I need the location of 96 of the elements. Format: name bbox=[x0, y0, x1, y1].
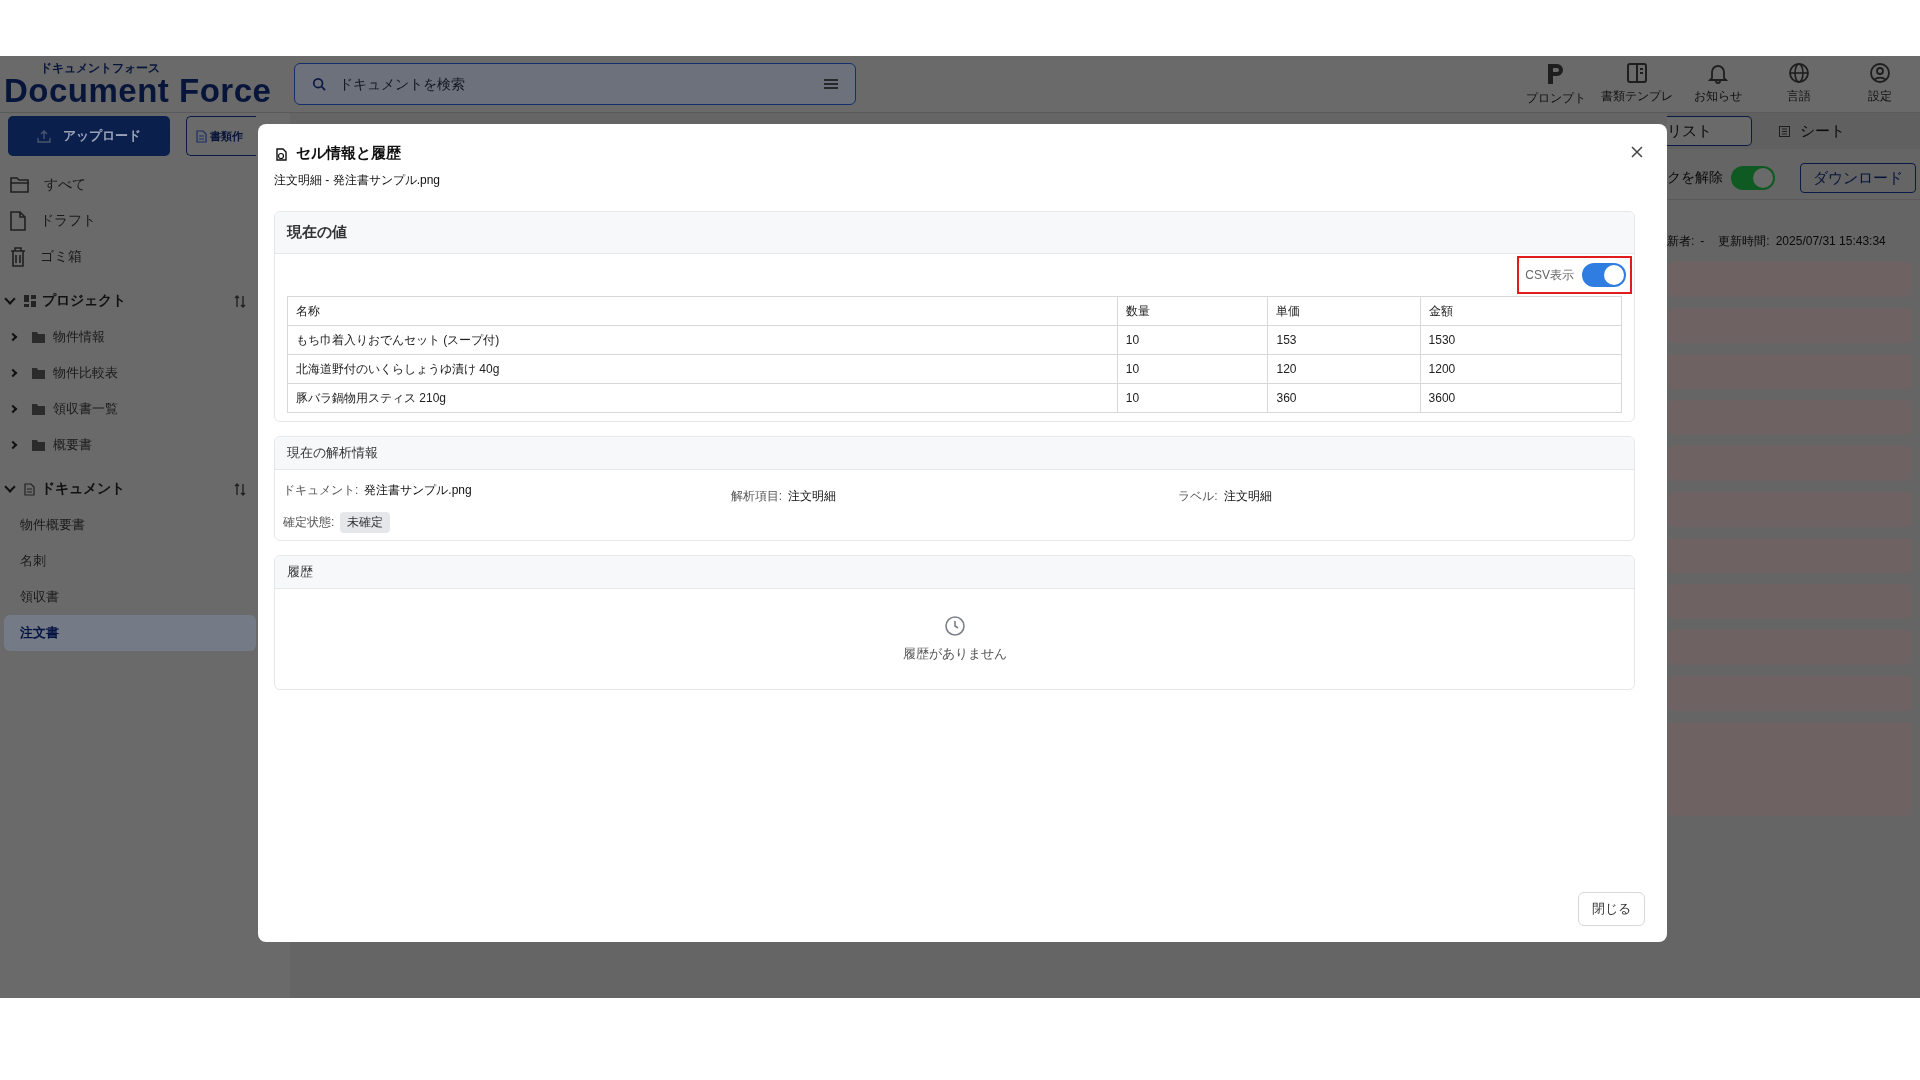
sheet-icon bbox=[1779, 125, 1790, 137]
field-value: 注文明細 bbox=[788, 487, 836, 505]
table-cell: 3600 bbox=[1420, 383, 1622, 413]
column-header: 単価 bbox=[1267, 296, 1421, 326]
upload-icon bbox=[37, 129, 51, 143]
history-icon bbox=[274, 146, 288, 161]
folder-icon bbox=[32, 403, 45, 415]
field-value: 発注書サンプル.png bbox=[364, 481, 472, 499]
field-value: 注文明細 bbox=[1223, 487, 1272, 505]
document-icon bbox=[10, 211, 26, 231]
section-title: プロジェクト bbox=[42, 292, 126, 310]
search-field[interactable]: ドキュメントを検索 bbox=[294, 63, 856, 105]
document-type-item[interactable]: 名刺 bbox=[4, 543, 256, 579]
table-cell: 120 bbox=[1267, 354, 1421, 384]
download-button[interactable]: ダウンロード bbox=[1800, 163, 1916, 193]
nav-button[interactable]: お知らせ bbox=[1677, 61, 1758, 107]
text-field[interactable] bbox=[1667, 584, 1912, 619]
sort-icon[interactable] bbox=[234, 482, 246, 496]
table-cell: 豚バラ鍋物用スティス 210g bbox=[287, 383, 1118, 413]
card-title: 現在の値 bbox=[275, 212, 1634, 254]
globe-icon bbox=[1787, 61, 1810, 84]
card-title: 現在の解析情報 bbox=[275, 437, 1634, 470]
menu-icon[interactable] bbox=[824, 78, 838, 90]
table-cell: 10 bbox=[1117, 325, 1268, 355]
nav-button[interactable]: プロンプト bbox=[1515, 61, 1596, 107]
document-type-item[interactable]: 領収書 bbox=[4, 579, 256, 615]
toggle-switch[interactable] bbox=[1731, 166, 1775, 190]
text-field[interactable] bbox=[1667, 308, 1912, 343]
dialog-title: セル情報と履歴 bbox=[296, 144, 401, 163]
table-cell: もち巾着入りおでんセット (スープ付) bbox=[287, 325, 1118, 355]
table-cell: 北海道野付のいくらしょうゆ漬け 40g bbox=[287, 354, 1118, 384]
template-icon bbox=[1625, 61, 1648, 84]
close-icon[interactable] bbox=[1629, 144, 1645, 160]
document-type-item[interactable]: 物件概要書 bbox=[4, 507, 256, 543]
clock-icon bbox=[943, 615, 966, 637]
sidebar-item[interactable]: ドラフト bbox=[0, 203, 250, 239]
dialog-subtitle: 注文明細 - 発注書サンプル.png bbox=[274, 172, 442, 189]
text-field[interactable] bbox=[1667, 492, 1912, 527]
view-tab[interactable]: リスト bbox=[1667, 116, 1752, 146]
upload-button[interactable]: アップロード bbox=[8, 116, 170, 156]
grid-icon bbox=[24, 295, 36, 307]
field-label: 解析項目: bbox=[730, 487, 782, 505]
meta-label: 新者: bbox=[1667, 232, 1695, 250]
close-button[interactable]: 閉じる bbox=[1578, 892, 1645, 926]
toggle-label: CSV表示 bbox=[1525, 266, 1574, 284]
user-icon bbox=[1868, 61, 1891, 84]
text-field[interactable] bbox=[1667, 354, 1912, 389]
text-field[interactable] bbox=[1667, 262, 1912, 297]
field-label: ドキュメント: bbox=[283, 481, 359, 499]
toggle-switch[interactable] bbox=[1582, 263, 1626, 287]
folder-item[interactable]: 物件情報 bbox=[0, 319, 250, 355]
column-header: 金額 bbox=[1420, 296, 1622, 326]
nav-button[interactable]: 書類テンプレ bbox=[1596, 61, 1677, 107]
field-label: ラベル: bbox=[1178, 487, 1218, 505]
text-field[interactable] bbox=[1667, 676, 1912, 711]
column-header: 数量 bbox=[1117, 296, 1268, 326]
column-header: 名称 bbox=[287, 296, 1118, 326]
folder-icon bbox=[32, 367, 45, 379]
document-type-item[interactable]: 注文書 bbox=[4, 615, 256, 651]
section-title: ドキュメント bbox=[41, 480, 125, 498]
meta-value: 2025/07/31 15:43:34 bbox=[1775, 234, 1886, 248]
text-field[interactable] bbox=[1667, 630, 1912, 665]
toggle-label: クを解除 bbox=[1667, 169, 1723, 187]
table-cell: 360 bbox=[1267, 383, 1421, 413]
folder-item[interactable]: 物件比較表 bbox=[0, 355, 250, 391]
trash-icon bbox=[10, 247, 26, 267]
table-cell: 1530 bbox=[1420, 325, 1622, 355]
field-label: 確定状態: bbox=[283, 513, 335, 531]
card-title: 履歴 bbox=[275, 556, 1634, 589]
text-field[interactable] bbox=[1667, 538, 1912, 573]
logo: ドキュメントフォース Document Force bbox=[3, 61, 273, 107]
document-icon bbox=[196, 129, 207, 143]
sidebar-item[interactable]: ゴミ箱 bbox=[0, 239, 250, 275]
folder-item[interactable]: 概要書 bbox=[0, 427, 250, 463]
table-cell: 153 bbox=[1267, 325, 1421, 355]
empty-message: 履歴がありません bbox=[902, 645, 1007, 663]
folder-icon bbox=[32, 439, 45, 451]
sort-icon[interactable] bbox=[234, 294, 246, 308]
nav-button[interactable]: 設定 bbox=[1839, 61, 1920, 107]
text-field[interactable] bbox=[1667, 722, 1912, 816]
table-cell: 10 bbox=[1117, 354, 1268, 384]
folder-icon bbox=[32, 331, 45, 343]
meta-label: 更新時間: bbox=[1718, 232, 1770, 250]
sidebar-item[interactable]: すべて bbox=[0, 167, 250, 203]
document-icon bbox=[24, 482, 35, 496]
status-tag: 未確定 bbox=[340, 511, 391, 533]
create-document-button[interactable]: 書類作 bbox=[186, 116, 256, 156]
view-tab[interactable]: シート bbox=[1752, 116, 1872, 146]
table-cell: 1200 bbox=[1420, 354, 1622, 384]
nav-button[interactable]: 言語 bbox=[1758, 61, 1839, 107]
search-icon bbox=[312, 77, 326, 91]
meta-value: - bbox=[1700, 234, 1705, 248]
text-field[interactable] bbox=[1667, 446, 1912, 481]
table-cell: 10 bbox=[1117, 383, 1268, 413]
folder-icon bbox=[10, 176, 30, 194]
text-field[interactable] bbox=[1667, 400, 1912, 435]
